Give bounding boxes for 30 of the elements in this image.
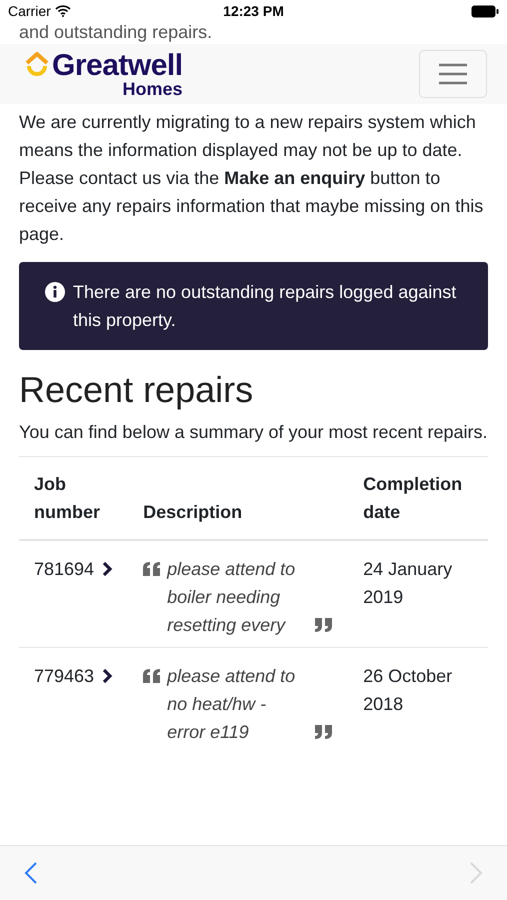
wifi-icon [54, 5, 71, 17]
chevron-right-icon [102, 668, 114, 684]
section-heading: Recent repairs [19, 368, 254, 412]
column-header: Job number [19, 456, 128, 540]
logo-subtitle: Homes [122, 80, 183, 98]
menu-icon [437, 62, 469, 86]
open-quote-icon [143, 669, 162, 683]
job-link[interactable]: 781694 [34, 555, 114, 583]
repair-description: please attend to no heat/hw - error e119 [167, 665, 296, 744]
column-header: Completion date [348, 456, 488, 540]
info-icon [45, 282, 65, 302]
menu-button[interactable] [419, 50, 487, 98]
completion-date: 26 October 2018 [363, 666, 452, 714]
section-description: You can find below a summary of your most recent repairs. [19, 421, 488, 444]
alert-text: There are no outstanding repairs logged against this property. [73, 281, 458, 332]
close-quote-icon [315, 618, 334, 632]
job-link[interactable]: 779463 [34, 662, 114, 690]
column-header: Description [128, 456, 348, 540]
intro-text: and outstanding repairs. [19, 22, 212, 42]
battery-icon [471, 4, 500, 18]
open-quote-icon [143, 562, 162, 576]
logo-wordmark: Greatwell [52, 50, 183, 80]
close-quote-icon [315, 725, 334, 739]
notice-text: We are currently migrating to a new repairs system which means the information displayed may not be up to date. Please contact us via the Make an enquiry button to receive any repairs information that maybe missing on this page. [19, 111, 484, 246]
clock-time: 12:23 PM [223, 3, 284, 19]
carrier-label: Carrier [8, 3, 51, 19]
repair-description: please attend to boiler needing resetting every [167, 558, 296, 637]
house-icon [24, 50, 50, 76]
chevron-right-icon [102, 561, 114, 577]
completion-date: 24 January 2019 [363, 559, 452, 607]
